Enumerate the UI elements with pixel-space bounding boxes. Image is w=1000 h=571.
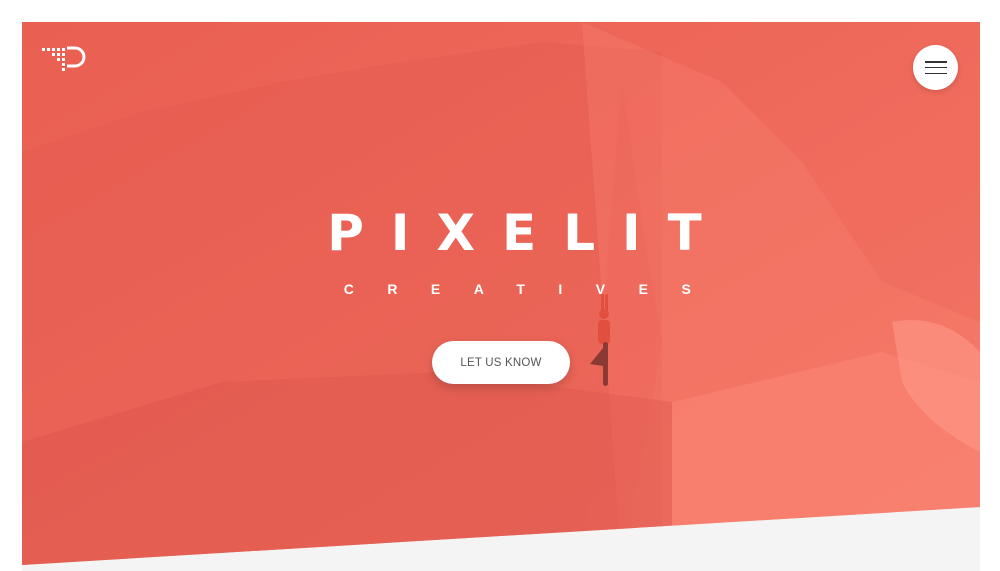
brand-title: PIXELIT — [327, 204, 729, 262]
menu-button[interactable] — [913, 45, 958, 90]
yoga-person-figure — [590, 294, 610, 386]
logo[interactable] — [42, 44, 92, 74]
page-frame: PIXELIT CREATIVES LET US KNOW — [22, 22, 980, 571]
hamburger-menu-icon — [924, 61, 947, 74]
hero-section: PIXELIT CREATIVES LET US KNOW — [22, 22, 980, 571]
let-us-know-button[interactable]: LET US KNOW — [432, 341, 570, 384]
pixelit-p-logo-icon — [42, 46, 86, 71]
brand-subtitle: CREATIVES — [343, 281, 725, 297]
